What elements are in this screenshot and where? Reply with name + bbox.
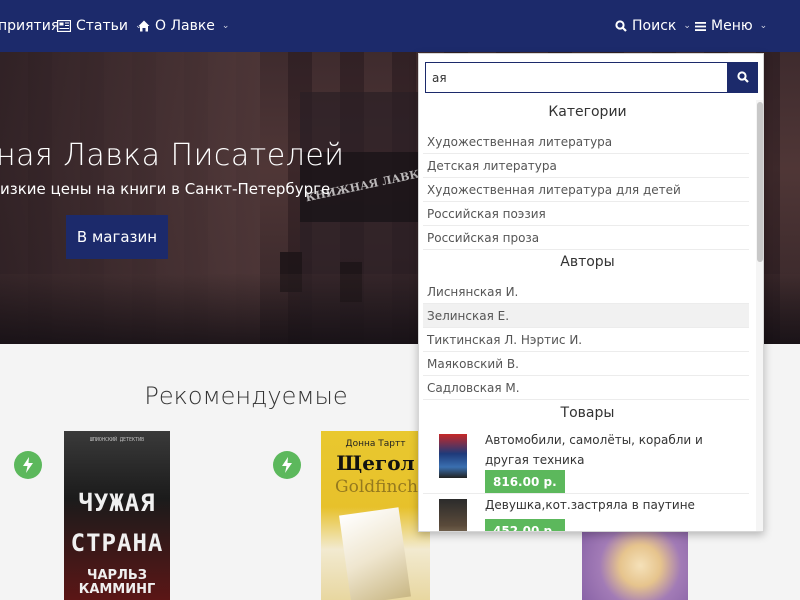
chevron-down-icon: ⌄ [759, 21, 768, 31]
nav-menu[interactable]: Меню ⌄ [695, 0, 767, 52]
book-cover[interactable] [582, 531, 688, 600]
book-author: Донна Тартт [345, 439, 406, 449]
category-item[interactable]: Художественная литература для детей [423, 178, 749, 202]
author-item[interactable]: Зелинская Е. [423, 304, 749, 328]
nav-articles-label: Статьи [76, 18, 129, 34]
category-item[interactable]: Художественная литература [423, 130, 749, 154]
home-icon [138, 20, 150, 32]
nav-events-label: приятия [0, 18, 60, 34]
chevron-down-icon: ⌄ [221, 21, 230, 31]
hero-subtitle: изкие цены на книги в Санкт-Петербурге [0, 180, 331, 198]
shop-button[interactable]: В магазин [66, 215, 168, 259]
author-item[interactable]: Садловская М. [423, 376, 749, 400]
nav-about-label: О Лавке [155, 18, 215, 34]
product-thumbnail [439, 499, 467, 531]
book-title: Щегол [336, 451, 415, 475]
nav-articles[interactable]: Статьи ⌄ [57, 0, 143, 52]
hero-title: ная Лавка Писателей [0, 138, 345, 173]
nav-search[interactable]: Поиск ⌄ [615, 0, 691, 52]
chevron-down-icon: ⌄ [683, 21, 691, 31]
category-item[interactable]: Российская проза [423, 226, 749, 250]
products-heading: Товары [560, 405, 615, 421]
category-item[interactable]: Детская литература [423, 154, 749, 178]
search-results: Категории Художественная литература Детс… [419, 100, 756, 531]
categories-heading: Категории [548, 104, 627, 120]
book-title-line2: СТРАНА [70, 529, 164, 557]
book-author: ЧАРЛЬЗ КАММИНГ [78, 568, 156, 597]
author-item[interactable]: Тиктинская Л. Нэртис И. [423, 328, 749, 352]
nav-about[interactable]: О Лавке ⌄ [138, 0, 229, 52]
search-bar [425, 62, 758, 93]
nav-search-label: Поиск [632, 18, 677, 34]
nav-events[interactable]: приятия [0, 0, 59, 52]
search-icon [736, 68, 749, 87]
product-item[interactable]: Автомобили, самолёты, корабли и другая т… [423, 430, 749, 494]
search-input[interactable] [425, 62, 728, 93]
search-submit-button[interactable] [727, 62, 758, 93]
lightning-icon [14, 451, 42, 479]
book-cover[interactable]: Донна Тартт Щегол Goldfinch [321, 431, 430, 600]
book-series: ШПИОНСКИЙ ДЕТЕКТИВ [89, 437, 145, 443]
newspaper-icon [57, 20, 71, 32]
product-price: 816.00 р. [485, 470, 565, 493]
book-cover[interactable]: ШПИОНСКИЙ ДЕТЕКТИВ ЧУЖАЯ СТРАНА ЧАРЛЬЗ К… [64, 431, 170, 600]
search-icon [615, 20, 627, 32]
author-item[interactable]: Маяковский В. [423, 352, 749, 376]
product-item[interactable]: Девушка,кот.застряла в паутине 452.00 р. [423, 495, 749, 531]
search-dropdown: Категории Художественная литература Детс… [418, 53, 764, 532]
hamburger-icon [695, 21, 706, 32]
scrollbar-thumb[interactable] [757, 102, 763, 262]
authors-heading: Авторы [560, 254, 615, 270]
book-subtitle: Goldfinch [335, 477, 418, 497]
lightning-icon [273, 451, 301, 479]
results-scrollbar[interactable] [756, 100, 763, 531]
category-item[interactable]: Российская поэзия [423, 202, 749, 226]
product-thumbnail [439, 434, 467, 478]
nav-menu-label: Меню [711, 18, 753, 34]
product-price: 452.00 р. [485, 519, 565, 531]
torn-paper [339, 507, 411, 600]
product-name: Девушка,кот.застряла в паутине [485, 498, 695, 512]
book-title-line1: ЧУЖАЯ [78, 489, 156, 517]
author-item[interactable]: Лиснянская И. [423, 280, 749, 304]
product-name: Автомобили, самолёты, корабли и другая т… [485, 433, 703, 467]
top-navbar: приятия Статьи ⌄ О Лавке ⌄ Поиск ⌄ Меню … [0, 0, 800, 52]
